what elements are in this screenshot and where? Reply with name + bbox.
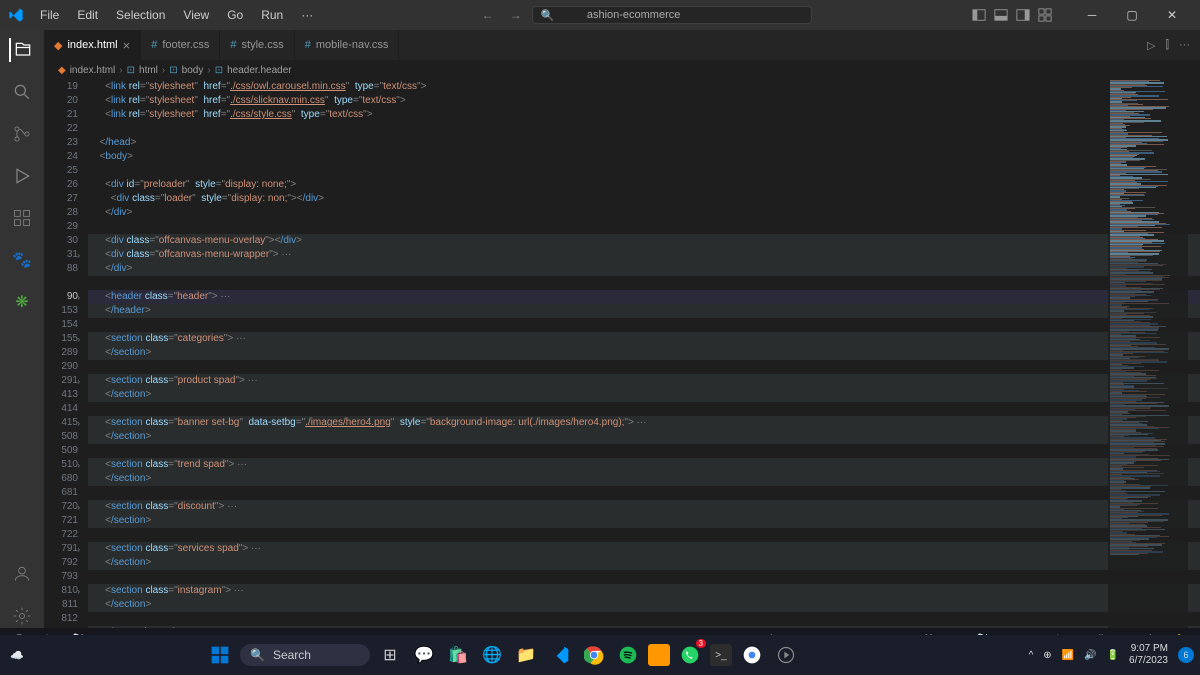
- menu-run[interactable]: Run: [253, 4, 291, 26]
- nav-back-icon[interactable]: ←: [482, 8, 494, 22]
- tab-label: index.html: [67, 39, 117, 51]
- tab-style-css[interactable]: # style.css: [220, 30, 294, 60]
- windows-taskbar: ☁️ 🔍 Search ⊞ 💬 🛍️ 🌐 📁 3 >_ ^ ⊕ 📶 🔊 🔋 9:…: [0, 635, 1200, 675]
- accounts-icon[interactable]: [10, 562, 34, 586]
- clock-time: 9:07 PM: [1129, 643, 1168, 655]
- css-file-icon: #: [151, 39, 157, 51]
- search-icon: 🔍: [541, 9, 555, 22]
- tab-label: style.css: [242, 39, 284, 51]
- element-icon: ⊡: [169, 65, 177, 76]
- taskbar-clock[interactable]: 9:07 PM 6/7/2023: [1129, 643, 1168, 667]
- run-code-icon[interactable]: ▷: [1147, 39, 1155, 52]
- search-label: Search: [273, 648, 311, 662]
- minimize-button[interactable]: ─: [1072, 0, 1112, 30]
- weather-icon: ☁️: [10, 649, 24, 662]
- run-debug-icon[interactable]: [10, 164, 34, 188]
- menu-edit[interactable]: Edit: [69, 4, 106, 26]
- code-content[interactable]: <link rel="stylesheet" href="./css/owl.c…: [88, 80, 1200, 628]
- tab-footer-css[interactable]: # footer.css: [141, 30, 220, 60]
- system-tray: ^ ⊕ 📶 🔊 🔋 9:07 PM 6/7/2023 6: [1029, 643, 1194, 667]
- tray-battery-icon[interactable]: 🔋: [1107, 650, 1119, 661]
- css-file-icon: #: [305, 39, 311, 51]
- notification-count[interactable]: 6: [1178, 647, 1194, 663]
- settings-gear-icon[interactable]: [10, 604, 34, 628]
- tab-mobile-nav-css[interactable]: # mobile-nav.css: [295, 30, 400, 60]
- tray-volume-icon[interactable]: 🔊: [1084, 650, 1096, 661]
- breadcrumb-item[interactable]: html: [139, 65, 158, 76]
- breadcrumb-item[interactable]: index.html: [70, 65, 116, 76]
- taskbar-vscode-icon[interactable]: [546, 641, 574, 669]
- menu-selection[interactable]: Selection: [108, 4, 173, 26]
- css-file-icon: #: [230, 39, 236, 51]
- maximize-button[interactable]: ▢: [1112, 0, 1152, 30]
- taskbar-chat-icon[interactable]: 💬: [410, 641, 438, 669]
- tab-index-html[interactable]: ◆ index.html ×: [44, 30, 141, 60]
- badge: 3: [696, 639, 706, 648]
- menu-file[interactable]: File: [32, 4, 67, 26]
- breadcrumb-item[interactable]: header.header: [227, 65, 292, 76]
- taskbar-store-icon[interactable]: 🛍️: [444, 641, 472, 669]
- explorer-icon[interactable]: [9, 38, 33, 62]
- taskbar-chrome-icon[interactable]: [580, 641, 608, 669]
- tab-label: footer.css: [162, 39, 209, 51]
- taskbar-spotify-icon[interactable]: [614, 641, 642, 669]
- search-icon[interactable]: [10, 80, 34, 104]
- search-icon: 🔍: [250, 648, 265, 662]
- tab-label: mobile-nav.css: [316, 39, 389, 51]
- source-control-icon[interactable]: [10, 122, 34, 146]
- code-editor[interactable]: 19202122232425262728293031›8890›15315415…: [44, 80, 1200, 628]
- activity-bar: 🐾 ❋: [0, 30, 44, 628]
- html-file-icon: ◆: [58, 65, 66, 76]
- layout-sidebar-left-icon[interactable]: [972, 8, 986, 22]
- main-area: 🐾 ❋ ◆ index.html × # footer.css # style.…: [0, 30, 1200, 628]
- element-icon: ⊡: [127, 65, 135, 76]
- taskbar-media-icon[interactable]: [772, 641, 800, 669]
- taskbar-sublime-icon[interactable]: [648, 644, 670, 666]
- taskbar-search[interactable]: 🔍 Search: [240, 644, 370, 666]
- breadcrumb[interactable]: ◆ index.html › ⊡ html › ⊡ body › ⊡ heade…: [44, 60, 1200, 80]
- menu-view[interactable]: View: [175, 4, 217, 26]
- layout-sidebar-right-icon[interactable]: [1016, 8, 1030, 22]
- menu-go[interactable]: Go: [219, 4, 251, 26]
- tray-language-icon[interactable]: ⊕: [1043, 650, 1051, 661]
- layout-customize-icon[interactable]: [1038, 8, 1052, 22]
- tray-chevron-icon[interactable]: ^: [1029, 650, 1034, 661]
- breadcrumb-item[interactable]: body: [182, 65, 204, 76]
- task-view-icon[interactable]: ⊞: [376, 641, 404, 669]
- mongodb-icon[interactable]: ❋: [10, 290, 34, 314]
- close-button[interactable]: ✕: [1152, 0, 1192, 30]
- taskbar-edge-icon[interactable]: 🌐: [478, 641, 506, 669]
- taskbar-whatsapp-icon[interactable]: 3: [676, 641, 704, 669]
- layout-panel-icon[interactable]: [994, 8, 1008, 22]
- tray-wifi-icon[interactable]: 📶: [1062, 650, 1074, 661]
- element-icon: ⊡: [215, 65, 223, 76]
- close-tab-icon[interactable]: ×: [123, 38, 131, 53]
- menu-more[interactable]: ···: [293, 4, 321, 26]
- editor-area: ◆ index.html × # footer.css # style.css …: [44, 30, 1200, 628]
- start-button[interactable]: [206, 641, 234, 669]
- search-text: ashion-ecommerce: [587, 9, 681, 21]
- pets-icon[interactable]: 🐾: [10, 248, 34, 272]
- more-actions-icon[interactable]: ···: [1179, 39, 1190, 51]
- title-bar: File Edit Selection View Go Run ··· ← → …: [0, 0, 1200, 30]
- html-file-icon: ◆: [54, 39, 62, 52]
- nav-forward-icon[interactable]: →: [510, 8, 522, 22]
- extensions-icon[interactable]: [10, 206, 34, 230]
- clock-date: 6/7/2023: [1129, 655, 1168, 667]
- vscode-logo-icon: [8, 7, 24, 23]
- taskbar-weather[interactable]: ☁️: [10, 649, 24, 662]
- menu-bar: File Edit Selection View Go Run ···: [32, 4, 321, 26]
- taskbar-chrome2-icon[interactable]: [738, 641, 766, 669]
- editor-tabs: ◆ index.html × # footer.css # style.css …: [44, 30, 1200, 60]
- taskbar-terminal-icon[interactable]: >_: [710, 644, 732, 666]
- command-center[interactable]: 🔍 ashion-ecommerce: [532, 6, 812, 24]
- minimap[interactable]: [1108, 80, 1188, 628]
- split-editor-icon[interactable]: ⫿: [1165, 39, 1169, 52]
- taskbar-explorer-icon[interactable]: 📁: [512, 641, 540, 669]
- line-gutter: 19202122232425262728293031›8890›15315415…: [44, 80, 88, 628]
